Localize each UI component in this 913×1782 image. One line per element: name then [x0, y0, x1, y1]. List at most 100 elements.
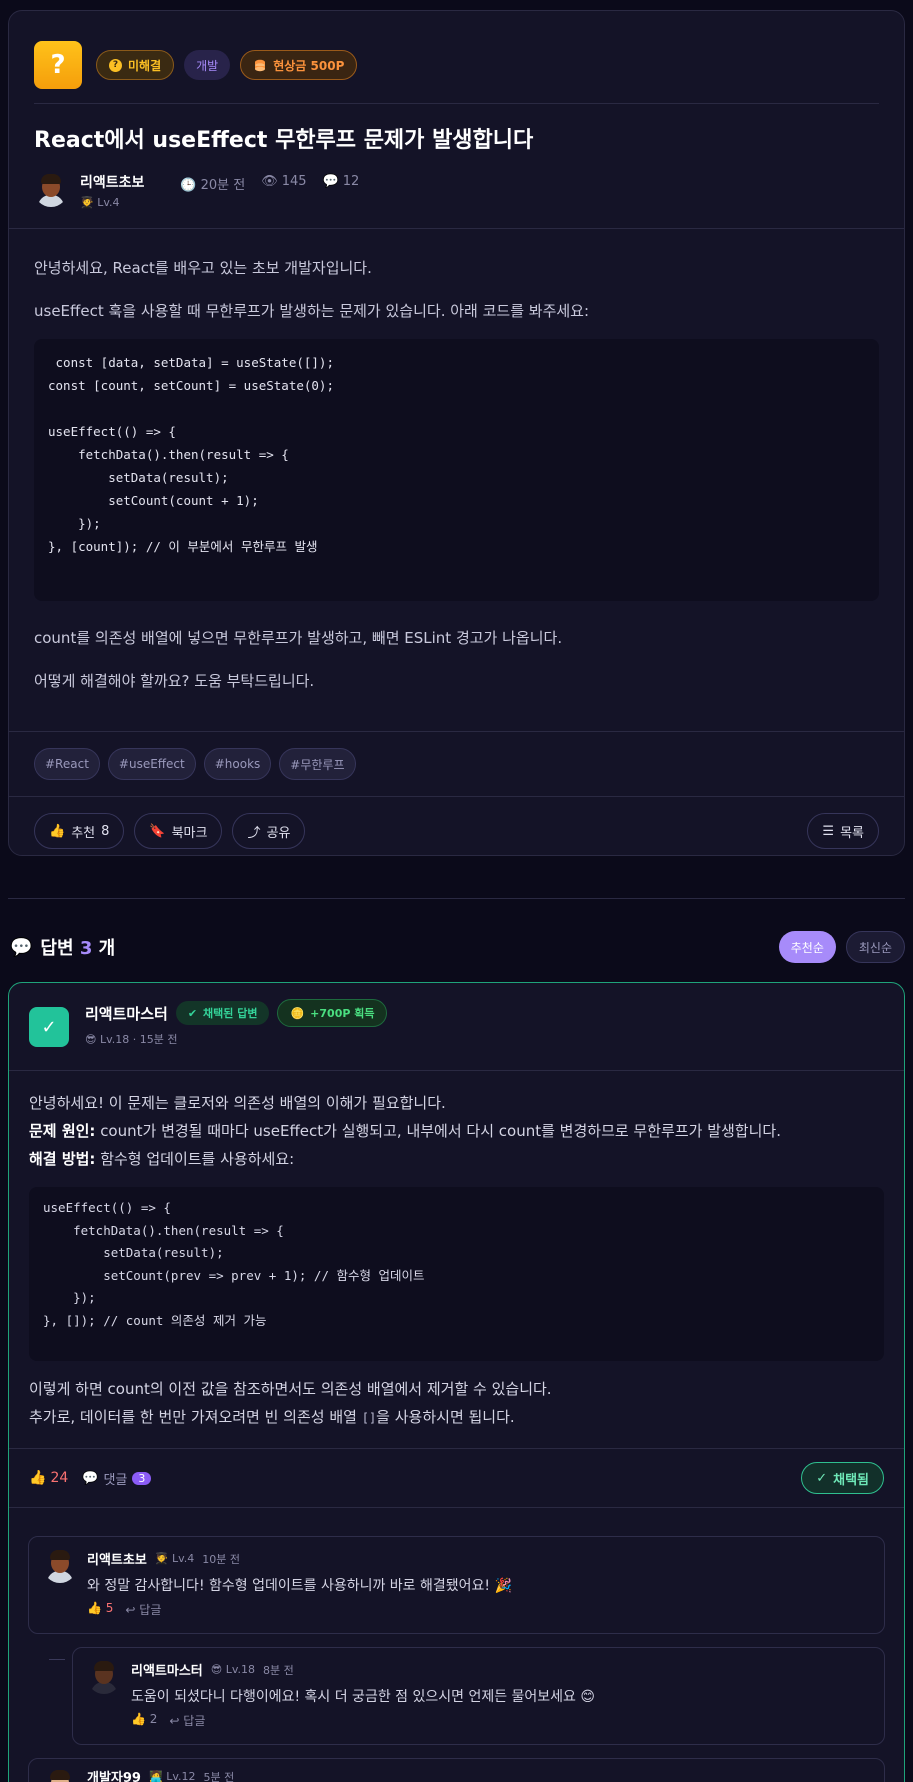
comment-time: 8분 전 — [263, 1663, 294, 1677]
tag[interactable]: #무한루프 — [279, 748, 356, 780]
help-circle-icon: ? — [109, 58, 122, 72]
avatar[interactable] — [87, 1660, 121, 1694]
code-line: }); — [48, 516, 101, 531]
code-line: }); — [43, 1290, 96, 1305]
author-level: 🧑‍🎓 Lv.4 — [80, 195, 120, 209]
body-paragraph: 어떻게 해결해야 할까요? 도움 부탁드립니다. — [34, 672, 315, 690]
bookmark-button[interactable]: 🔖 북마크 — [134, 813, 223, 849]
tag[interactable]: #hooks — [203, 748, 272, 780]
author-name[interactable]: 리액트초보 — [80, 172, 144, 192]
tag[interactable]: #React — [34, 748, 100, 780]
question-body: 안녕하세요, React를 배우고 있는 초보 개발자입니다. useEffec… — [9, 257, 904, 691]
tag[interactable]: #useEffect — [107, 748, 196, 780]
thumbs-up-icon: 👍 — [29, 1470, 47, 1486]
avatar[interactable] — [43, 1549, 77, 1583]
avatar[interactable] — [34, 173, 68, 207]
divider — [34, 103, 879, 104]
comment-item: 개발자99 🧑‍💻 Lv.12 5분 전 — [28, 1758, 885, 1782]
page-title: React에서 useEffect 무한루프 문제가 발생합니다 — [34, 128, 534, 153]
reply-connector — [49, 1659, 65, 1660]
question-actions: 👍 추천 8 🔖 북마크 ⤴ 공유 ☰ 목록 — [9, 797, 904, 865]
check-circle-icon: ✔ — [187, 1006, 198, 1020]
question-badges: ? ? 미해결 개발 현상금 500P — [34, 41, 879, 89]
comment-actions: 👍 5 ↩ 답글 — [87, 1601, 161, 1618]
code-line: const [count, setCount] = useState(0); — [48, 378, 334, 393]
reply-button[interactable]: ↩ 답글 — [169, 1712, 205, 1729]
code-line: fetchData().then(result => { — [43, 1222, 284, 1238]
answer-comments-button[interactable]: 💬 댓글 3 — [82, 1469, 152, 1488]
tag-list: #React #useEffect #hooks #무한루프 — [9, 732, 904, 796]
comment-level: 🧑‍💻 Lv.12 — [148, 1770, 196, 1782]
list-icon: ☰ — [822, 823, 835, 839]
code-line: const [data, setData] = useState([]); — [48, 355, 334, 370]
code-line: fetchData().then(result => { — [48, 447, 289, 462]
like-button[interactable]: 👍 추천 8 — [34, 813, 125, 849]
comment-count: 💬 12 — [322, 173, 360, 189]
comment-actions: 👍 2 ↩ 답글 — [131, 1712, 205, 1729]
comment-time: 5분 전 — [203, 1770, 235, 1782]
question-meta: 🕒 20분 전 👁 145 💬 12 — [180, 174, 359, 193]
check-icon: ✓ — [816, 1470, 828, 1486]
bookmark-icon: 🔖 — [149, 823, 166, 839]
reply-button[interactable]: ↩ 답글 — [125, 1601, 161, 1618]
answer-body: 안녕하세요! 이 문제는 클로저와 의존성 배열의 이해가 필요합니다. 문제 … — [9, 1071, 904, 1432]
body-paragraph: useEffect 훅을 사용할 때 무한루프가 발생하는 문제가 있습니다. … — [34, 302, 590, 320]
code-line: useEffect(() => { — [43, 1200, 171, 1215]
comment-author[interactable]: 리액트초보 — [87, 1549, 147, 1568]
answer-actions: 👍 24 💬 댓글 3 ✓ 채택됨 — [9, 1449, 904, 1507]
answer-paragraph: 안녕하세요! 이 문제는 클로저와 의존성 배열의 이해가 필요합니다. — [29, 1094, 446, 1112]
answers-header: 💬 답변 3 개 추천순 최신순 — [10, 930, 905, 964]
clock-icon: 🕒 — [180, 177, 197, 193]
category-badge[interactable]: 개발 — [184, 50, 231, 80]
accepted-badge: ✔ 채택된 답변 — [175, 1001, 270, 1025]
share-button[interactable]: ⤴ 공유 — [232, 813, 306, 849]
code-line: setCount(prev => prev + 1); // 함수형 업데이트 — [43, 1267, 425, 1283]
code-line: useEffect(() => { — [48, 424, 176, 439]
post-time: 🕒 20분 전 — [180, 177, 246, 193]
comment-level: 🧑‍🎓 Lv.4 — [154, 1552, 195, 1565]
code-line: setCount(count + 1); — [48, 493, 259, 508]
view-count: 👁 145 — [261, 173, 307, 189]
code-line: setData(result); — [43, 1245, 224, 1260]
answer-paragraph: 추가로, 데이터를 한 번만 가져오려면 빈 의존성 배열 []을 사용하시면 … — [29, 1408, 515, 1426]
comment-level: 😎 Lv.18 — [210, 1663, 256, 1676]
code-line: }, []); // count 의존성 제거 가능 — [43, 1312, 267, 1328]
status-badge: ? 미해결 — [96, 50, 175, 80]
avatar[interactable] — [43, 1769, 77, 1782]
comment-author[interactable]: 개발자99 — [87, 1767, 141, 1782]
divider — [9, 228, 904, 229]
answer-paragraph: 문제 원인: count가 변경될 때마다 useEffect가 실행되고, 내… — [29, 1122, 781, 1140]
divider — [9, 1507, 904, 1508]
body-paragraph: 안녕하세요, React를 배우고 있는 초보 개발자입니다. — [34, 259, 372, 277]
question-mark-icon: ? — [34, 41, 82, 89]
body-paragraph: count를 의존성 배열에 넣으면 무한루프가 발생하고, 빼면 ESLint… — [34, 629, 563, 647]
comment-like-button[interactable]: 👍 5 — [87, 1601, 113, 1618]
accepted-button[interactable]: ✓ 채택됨 — [801, 1462, 884, 1494]
earned-points-badge: 🪙 +700P 획득 — [277, 999, 388, 1027]
thumbs-up-icon: 👍 — [49, 823, 66, 839]
check-icon: ✓ — [29, 1007, 69, 1047]
answer-like-button[interactable]: 👍 24 — [29, 1470, 68, 1486]
comment-author[interactable]: 리액트마스터 — [131, 1660, 203, 1679]
sort-latest-button[interactable]: 최신순 — [845, 931, 905, 963]
answer-paragraph: 이렇게 하면 count의 이전 값을 참조하면서도 의존성 배열에서 제거할 … — [29, 1380, 552, 1398]
reward-badge: 현상금 500P — [240, 50, 358, 80]
answer-header: ✓ 리액트마스터 ✔ 채택된 답변 🪙 +700P 획득 😎 Lv.18 · 1… — [9, 983, 904, 1070]
comment-count-badge: 3 — [132, 1471, 152, 1485]
answer-author-name[interactable]: 리액트마스터 — [85, 1003, 168, 1024]
list-button[interactable]: ☰ 목록 — [807, 813, 879, 849]
comment-time: 10분 전 — [202, 1552, 241, 1566]
answer-card: ✓ 리액트마스터 ✔ 채택된 답변 🪙 +700P 획득 😎 Lv.18 · 1… — [8, 982, 905, 1782]
comment-text: 도움이 되셨다니 다행이에요! 혹시 더 궁금한 점 있으시면 언제든 물어보세… — [131, 1689, 595, 1705]
comment-item: 리액트초보 🧑‍🎓 Lv.4 10분 전 와 정말 감사합니다! 함수형 업데이… — [28, 1536, 885, 1634]
comment-like-button[interactable]: 👍 2 — [131, 1712, 157, 1729]
comment-icon: 💬 — [82, 1470, 99, 1486]
chat-bubbles-icon: 💬 — [10, 936, 33, 958]
code-block: const [data, setData] = useState([]); con… — [34, 339, 879, 601]
code-line: setData(result); — [48, 470, 229, 485]
eye-icon: 👁 — [261, 173, 278, 189]
comment-text: 와 정말 감사합니다! 함수형 업데이트를 사용하니까 바로 해결됐어요! 🎉 — [87, 1578, 512, 1594]
comment-reply-item: 리액트마스터 😎 Lv.18 8분 전 도움이 되셨다니 다행이에요! 혹시 더… — [72, 1647, 885, 1745]
sort-recommended-button[interactable]: 추천순 — [778, 931, 836, 963]
